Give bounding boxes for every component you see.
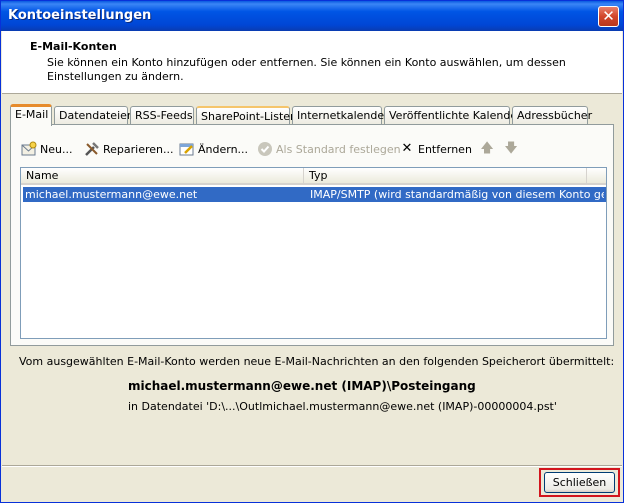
remove-label: Entfernen <box>418 142 472 156</box>
new-label: Neu... <box>40 142 73 156</box>
repair-label: Reparieren... <box>103 142 174 156</box>
delivery-data-file: in Datendatei 'D:\...\Outlmichael.muster… <box>128 400 557 413</box>
header-title: E-Mail-Konten <box>30 40 117 53</box>
close-icon[interactable]: ✕ <box>598 6 619 27</box>
tab-email[interactable]: E-Mail <box>10 104 52 126</box>
footer-divider <box>2 465 622 467</box>
arrow-down-icon: 🡇 <box>504 141 518 156</box>
table-row[interactable]: michael.mustermann@ewe.net IMAP/SMTP (wi… <box>23 187 606 202</box>
tab-rss-feeds[interactable]: RSS-Feeds <box>130 106 194 125</box>
arrow-up-icon: 🡅 <box>480 141 494 156</box>
tools-icon <box>84 141 100 157</box>
tab-published-calendars[interactable]: Veröffentlichte Kalender <box>384 106 522 125</box>
window-title: Kontoeinstellungen <box>8 8 152 23</box>
close-button[interactable]: Schließen <box>544 472 615 493</box>
column-header-name[interactable]: Name <box>21 168 304 185</box>
repair-button[interactable]: Reparieren... <box>84 140 174 158</box>
account-settings-dialog: Kontoeinstellungen ✕ E-Mail-Konten Sie k… <box>0 0 624 503</box>
tab-internet-calendars[interactable]: Internetkalender <box>292 106 389 125</box>
tab-address-books[interactable]: Adressbücher <box>512 106 592 125</box>
move-down-button[interactable]: 🡇 <box>503 140 522 158</box>
new-mail-icon <box>21 141 37 157</box>
account-name-cell: michael.mustermann@ewe.net <box>25 188 198 201</box>
tab-sharepoint-lists[interactable]: SharePoint-Listen <box>196 106 297 125</box>
change-button[interactable]: Ändern... <box>179 140 248 158</box>
title-bar[interactable]: Kontoeinstellungen ✕ <box>1 1 623 31</box>
accounts-list[interactable]: Name Typ michael.mustermann@ewe.net IMAP… <box>20 167 607 339</box>
edit-account-icon <box>179 141 195 157</box>
account-type-cell: IMAP/SMTP (wird standardmäßig von diesem… <box>310 188 604 201</box>
move-up-button[interactable]: 🡅 <box>479 140 498 158</box>
delivery-store-path: michael.mustermann@ewe.net (IMAP)\Postei… <box>128 379 476 393</box>
new-account-button[interactable]: Neu... <box>21 140 72 158</box>
remove-button[interactable]: ✕ Entfernen <box>399 140 472 158</box>
change-label: Ändern... <box>198 142 249 156</box>
column-header-type[interactable]: Typ <box>304 168 587 185</box>
tab-data-files[interactable]: Datendateien <box>54 106 134 125</box>
delivery-location-text: Vom ausgewählten E-Mail-Konto werden neu… <box>19 355 615 368</box>
set-default-label: Als Standard festlegen <box>276 142 401 156</box>
header-description: Sie können ein Konto hinzufügen oder ent… <box>47 56 566 83</box>
check-icon <box>257 141 273 157</box>
accounts-list-header: Name Typ <box>21 168 606 185</box>
set-default-button[interactable]: Als Standard festlegen <box>257 140 401 158</box>
remove-icon: ✕ <box>401 141 413 156</box>
dialog-header: E-Mail-Konten Sie können ein Konto hinzu… <box>2 31 622 94</box>
